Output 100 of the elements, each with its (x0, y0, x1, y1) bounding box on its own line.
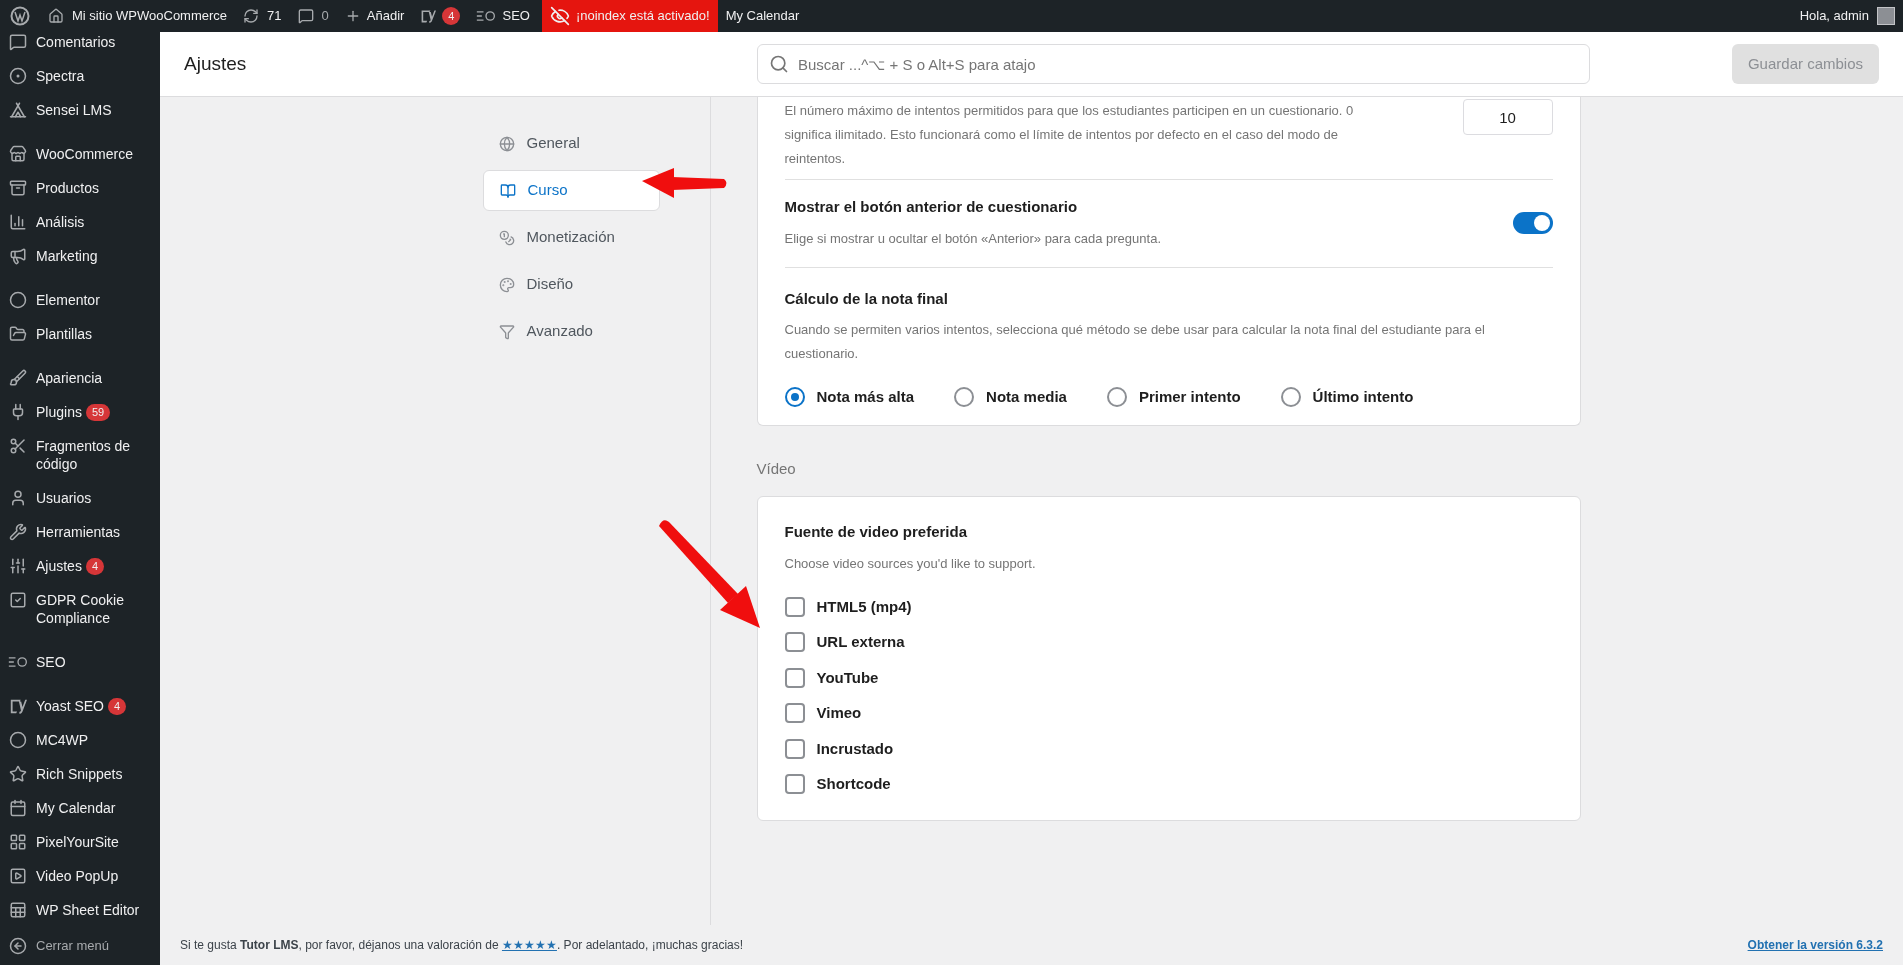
checkbox-option[interactable]: Incrustado (784, 737, 1553, 760)
count-badge: 4 (108, 698, 127, 715)
avatar[interactable] (1877, 7, 1895, 25)
checkbox-option[interactable]: URL externa (784, 631, 1553, 654)
menu-item[interactable]: WooCommerce (0, 137, 160, 171)
menu-item[interactable]: Elementor (0, 283, 160, 317)
checkbox-option[interactable]: YouTube (784, 666, 1553, 689)
refresh-icon (243, 8, 260, 24)
seo-icon (476, 8, 497, 24)
menu-item[interactable]: Rich Snippets (0, 757, 160, 791)
sliders-icon (8, 557, 28, 575)
palette-icon (498, 276, 515, 293)
settings-tab[interactable]: Curso (482, 170, 660, 211)
menu-item[interactable]: Spectra (0, 59, 160, 93)
collapse-icon (8, 936, 28, 955)
menu-item[interactable]: Ajustes 4 (0, 549, 160, 583)
menu-item[interactable]: Marketing (0, 239, 160, 273)
menu-item[interactable]: Usuarios (0, 481, 160, 515)
menu-item[interactable]: GDPR Cookie Compliance (0, 583, 160, 635)
wordpress-logo-icon[interactable] (10, 6, 30, 26)
radio-option[interactable]: Primer intento (1106, 386, 1241, 409)
menu-item[interactable]: Comentarios (0, 32, 160, 59)
house-icon (48, 8, 64, 24)
grid-icon (8, 833, 28, 851)
comment-icon (297, 8, 314, 24)
radio-button[interactable] (784, 387, 805, 408)
add-link[interactable]: Añadir (336, 6, 413, 26)
menu-item[interactable]: PixelYourSite (0, 825, 160, 859)
yoast-link[interactable]: 4 (412, 7, 469, 25)
setting-description: El número máximo de intentos permitidos para que los estudiantes participen en un cuestionario. 0 significa ilimitado. Esto funcionará como el límite de intentos por defecto en el caso del modo de reintentos. (784, 102, 1355, 168)
radio-option[interactable]: Nota media (954, 386, 1067, 409)
checkbox[interactable] (784, 632, 805, 653)
menu-item[interactable]: My Calendar (0, 791, 160, 825)
globe-icon (498, 135, 515, 152)
checkbox[interactable] (784, 596, 805, 617)
comments-link[interactable]: 0 (289, 6, 337, 26)
circle-icon (8, 291, 28, 309)
section-heading: Vídeo (756, 458, 797, 479)
rating-link[interactable]: ★★★★★ (501, 938, 557, 952)
menu-item[interactable]: Video PopUp (0, 859, 160, 893)
radio-button[interactable] (954, 387, 975, 408)
checkbox[interactable] (784, 667, 805, 688)
settings-tab[interactable]: Diseño (482, 264, 660, 305)
radio-button[interactable] (1280, 387, 1301, 408)
eye-off-icon (549, 6, 570, 26)
menu-item[interactable]: Análisis (0, 205, 160, 239)
version-link[interactable]: Obtener la versión 6.3.2 (1747, 936, 1883, 954)
checkbox[interactable] (784, 738, 805, 759)
tent-icon (8, 101, 28, 119)
settings-tab[interactable]: Monetización (482, 217, 660, 258)
menu-item[interactable]: Productos (0, 171, 160, 205)
setting-title: Fuente de video preferida (784, 522, 969, 542)
radio-option[interactable]: Nota más alta (784, 386, 915, 409)
checkbox-option[interactable]: Vimeo (784, 702, 1553, 725)
settings-tab[interactable]: Avanzado (482, 311, 660, 352)
seo-link[interactable]: SEO (468, 6, 538, 26)
updates-link[interactable]: 71 (235, 6, 290, 26)
yoast-icon (8, 697, 28, 715)
search-field[interactable]: Buscar ...^⌥ + S o Alt+S para atajo (757, 44, 1590, 84)
menu-item[interactable]: Apariencia (0, 361, 160, 395)
site-link[interactable]: Mi sitio WPWooCommerce (40, 6, 236, 26)
book-icon (499, 182, 516, 199)
menu-item[interactable]: Plugins 59 (0, 395, 160, 429)
footer-note: Si te gusta Tutor LMS, por favor, déjanos una valoración de ★★★★★. Por adelantado, ¡muchas gracias! (180, 937, 744, 954)
menu-item[interactable]: MC4WP (0, 723, 160, 757)
noindex-warning[interactable]: ¡noindex está activado! (541, 0, 718, 32)
radio-button[interactable] (1106, 387, 1127, 408)
setting-description: Cuando se permiten varios intentos, selecciona qué método se debe usar para calcular la nota final del estudiante para el cuestionario. (784, 321, 1486, 363)
setting-title: Cálculo de la nota final (784, 288, 949, 309)
checkbox-option[interactable]: Shortcode (784, 773, 1553, 796)
menu-item[interactable]: WP Sheet Editor (0, 893, 160, 927)
radio-option[interactable]: Último intento (1280, 386, 1414, 409)
setting-description: Elige si mostrar u ocultar el botón «Anterior» para cada pregunta. (784, 229, 1161, 248)
count-badge: 4 (442, 7, 461, 25)
settings-tab[interactable]: General (482, 123, 660, 164)
calendar-link[interactable]: My Calendar (717, 6, 808, 26)
collapse-menu-button[interactable]: Cerrar menú (0, 929, 160, 963)
checkbox[interactable] (784, 703, 805, 724)
checkbox-option[interactable]: HTML5 (mp4) (784, 595, 1553, 618)
archive-icon (8, 179, 28, 197)
greeting-link[interactable]: Hola, admin (1799, 6, 1869, 26)
toggle-switch[interactable] (1512, 212, 1553, 235)
star-icon (8, 765, 28, 783)
menu-item[interactable]: SEO (0, 645, 160, 679)
number-input[interactable]: 10 (1462, 99, 1553, 135)
funnel-icon (498, 323, 515, 340)
search-icon (769, 54, 789, 74)
scissors-icon (8, 437, 28, 455)
menu-item[interactable]: Yoast SEO 4 (0, 689, 160, 723)
coins-icon (498, 229, 515, 246)
checkbox-icon (8, 591, 28, 609)
store-icon (8, 145, 28, 163)
menu-item[interactable]: Herramientas (0, 515, 160, 549)
menu-item[interactable]: Sensei LMS (0, 93, 160, 127)
calendar-icon (8, 799, 28, 817)
menu-item[interactable]: Plantillas (0, 317, 160, 351)
menu-item[interactable]: Fragmentos de código (0, 429, 160, 481)
checkbox[interactable] (784, 774, 805, 795)
wrench-icon (8, 523, 28, 541)
count-badge: 59 (85, 404, 111, 421)
